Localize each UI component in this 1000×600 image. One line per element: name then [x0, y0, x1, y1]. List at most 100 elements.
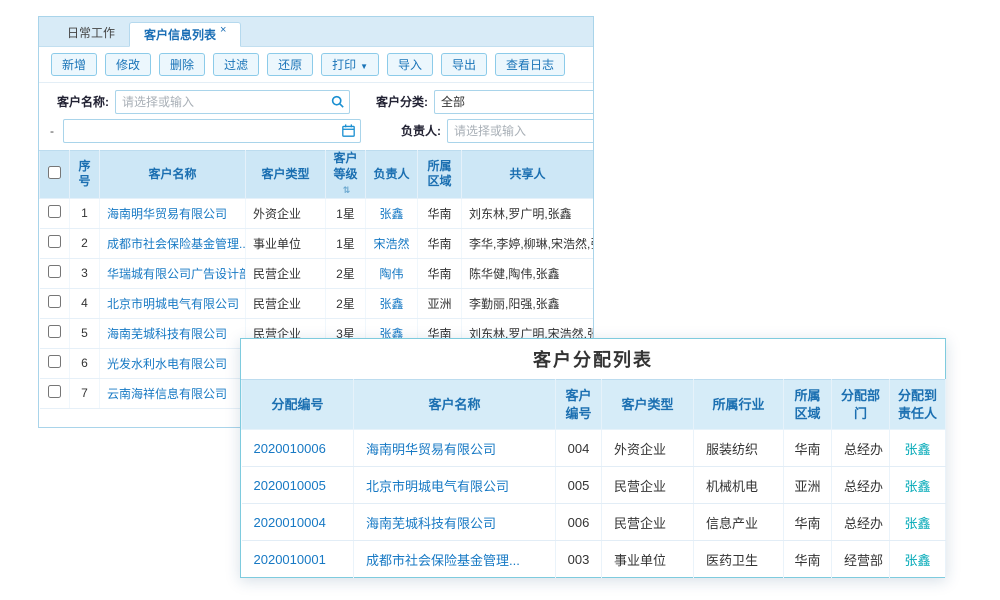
row-number: 3: [70, 258, 100, 288]
responsible-person-link[interactable]: 张鑫: [904, 479, 930, 494]
customer-name-cell: 海南明华贸易有限公司: [100, 198, 246, 228]
customer-category-select[interactable]: [434, 90, 594, 114]
col-header-cust-no: 客户编号: [556, 380, 602, 430]
customer-name-cell: 北京市明城电气有限公司: [100, 288, 246, 318]
customer-name-cell: 海南芜城科技有限公司: [354, 504, 556, 541]
customer-name-cell: 光发水利水电有限公司: [100, 348, 246, 378]
date-range-separator: -: [47, 124, 57, 138]
industry-cell: 信息产业: [694, 504, 784, 541]
col-header-level[interactable]: 客户等级⇅: [326, 151, 366, 199]
department-cell: 总经办: [832, 430, 890, 467]
customer-name-input[interactable]: [115, 90, 350, 114]
sort-icon[interactable]: ⇅: [343, 185, 351, 195]
export-button[interactable]: 导出: [441, 53, 487, 76]
shared-people-cell: 陈华健,陶伟,张鑫: [462, 258, 594, 288]
date-input[interactable]: [63, 119, 361, 143]
row-checkbox[interactable]: [48, 235, 61, 248]
customer-type-cell: 外资企业: [246, 198, 326, 228]
customer-name-cell: 海南芜城科技有限公司: [100, 318, 246, 348]
customer-row[interactable]: 3华瑞城有限公司广告设计部民营企业2星陶伟华南陈华健,陶伟,张鑫: [40, 258, 594, 288]
customer-row[interactable]: 2成都市社会保险基金管理...事业单位1星宋浩然华南李华,李婷,柳琳,宋浩然,张…: [40, 228, 594, 258]
allocation-table-header-row: 分配编号 客户名称 客户编号 客户类型 所属行业 所属区域 分配部门 分配到责任…: [242, 380, 946, 430]
customer-level-cell: 1星: [326, 198, 366, 228]
person-cell: 张鑫: [890, 430, 946, 467]
owner-link[interactable]: 陶伟: [379, 267, 403, 281]
owner-link[interactable]: 宋浩然: [373, 237, 409, 251]
department-cell: 总经办: [832, 467, 890, 504]
row-checkbox[interactable]: [48, 355, 61, 368]
restore-button[interactable]: 还原: [267, 53, 313, 76]
customer-name-link[interactable]: 成都市社会保险基金管理...: [366, 553, 520, 568]
filter-area: 客户名称: 客户分类: -: [39, 83, 593, 150]
customer-name-link[interactable]: 华瑞城有限公司广告设计部: [107, 267, 246, 281]
customer-type-cell: 事业单位: [246, 228, 326, 258]
close-tab-icon[interactable]: ×: [220, 24, 226, 36]
tab-daily-work[interactable]: 日常工作: [53, 21, 129, 46]
col-header-index[interactable]: 序号: [70, 151, 100, 199]
customer-name-link[interactable]: 海南明华贸易有限公司: [366, 442, 496, 457]
customer-name-link[interactable]: 北京市明城电气有限公司: [107, 297, 239, 311]
col-header-region[interactable]: 所属区域: [418, 151, 462, 199]
region-cell: 华南: [784, 504, 832, 541]
owner-input[interactable]: [447, 119, 594, 143]
owner-link[interactable]: 张鑫: [379, 207, 403, 221]
customer-name-cell: 成都市社会保险基金管理...: [354, 541, 556, 578]
print-button[interactable]: 打印▼: [321, 53, 379, 76]
region-cell: 华南: [784, 430, 832, 467]
allocation-row[interactable]: 2020010005北京市明城电气有限公司005民营企业机械机电亚洲总经办张鑫: [242, 467, 946, 504]
row-checkbox[interactable]: [48, 325, 61, 338]
search-icon[interactable]: [331, 95, 344, 108]
customer-name-cell: 北京市明城电气有限公司: [354, 467, 556, 504]
customer-name-link[interactable]: 成都市社会保险基金管理...: [107, 237, 246, 251]
customer-row[interactable]: 4北京市明城电气有限公司民营企业2星张鑫亚洲李勤丽,阳强,张鑫: [40, 288, 594, 318]
person-cell: 张鑫: [890, 504, 946, 541]
col-header-name[interactable]: 客户名称: [100, 151, 246, 199]
owner-cell: 张鑫: [366, 288, 418, 318]
allocation-row[interactable]: 2020010001成都市社会保险基金管理...003事业单位医药卫生华南经营部…: [242, 541, 946, 578]
customer-name-link[interactable]: 海南明华贸易有限公司: [107, 207, 227, 221]
owner-cell: 张鑫: [366, 198, 418, 228]
industry-cell: 服装纺织: [694, 430, 784, 467]
customer-row[interactable]: 1海南明华贸易有限公司外资企业1星张鑫华南刘东林,罗广明,张鑫: [40, 198, 594, 228]
industry-cell: 医药卫生: [694, 541, 784, 578]
col-header-shared[interactable]: 共享人: [462, 151, 594, 199]
row-number: 6: [70, 348, 100, 378]
delete-button[interactable]: 删除: [159, 53, 205, 76]
customer-name-link[interactable]: 云南海祥信息有限公司: [107, 387, 227, 401]
calendar-icon[interactable]: [342, 124, 355, 137]
responsible-person-link[interactable]: 张鑫: [904, 553, 930, 568]
allocation-row[interactable]: 2020010006海南明华贸易有限公司004外资企业服装纺织华南总经办张鑫: [242, 430, 946, 467]
import-button[interactable]: 导入: [387, 53, 433, 76]
customer-type-cell: 民营企业: [246, 258, 326, 288]
filter-button[interactable]: 过滤: [213, 53, 259, 76]
col-header-owner[interactable]: 负责人: [366, 151, 418, 199]
col-header-type[interactable]: 客户类型: [246, 151, 326, 199]
dropdown-caret-icon: ▼: [360, 62, 368, 71]
tab-customer-info-list[interactable]: 客户信息列表×: [129, 22, 241, 47]
customer-type-cell: 民营企业: [602, 467, 694, 504]
allocation-row[interactable]: 2020010004海南芜城科技有限公司006民营企业信息产业华南总经办张鑫: [242, 504, 946, 541]
row-checkbox[interactable]: [48, 385, 61, 398]
view-log-button[interactable]: 查看日志: [495, 53, 565, 76]
responsible-person-link[interactable]: 张鑫: [904, 516, 930, 531]
add-button[interactable]: 新增: [51, 53, 97, 76]
allocation-list-title: 客户分配列表: [241, 339, 945, 379]
allocation-no-link[interactable]: 2020010005: [254, 478, 326, 493]
customer-name-link[interactable]: 光发水利水电有限公司: [107, 357, 227, 371]
customer-no-cell: 004: [556, 430, 602, 467]
modify-button[interactable]: 修改: [105, 53, 151, 76]
customer-name-link[interactable]: 海南芜城科技有限公司: [366, 516, 496, 531]
row-checkbox[interactable]: [48, 265, 61, 278]
allocation-no-link[interactable]: 2020010006: [254, 441, 326, 456]
row-checkbox[interactable]: [48, 295, 61, 308]
allocation-no-link[interactable]: 2020010001: [254, 552, 326, 567]
select-all-header: [40, 151, 70, 199]
allocation-no-link[interactable]: 2020010004: [254, 515, 326, 530]
customer-name-link[interactable]: 海南芜城科技有限公司: [107, 327, 227, 341]
toolbar: 新增修改删除过滤还原打印▼ 导入导出查看日志: [39, 47, 593, 83]
select-all-checkbox[interactable]: [48, 166, 61, 179]
owner-link[interactable]: 张鑫: [379, 297, 403, 311]
row-checkbox[interactable]: [48, 205, 61, 218]
responsible-person-link[interactable]: 张鑫: [904, 442, 930, 457]
customer-name-link[interactable]: 北京市明城电气有限公司: [366, 479, 509, 494]
